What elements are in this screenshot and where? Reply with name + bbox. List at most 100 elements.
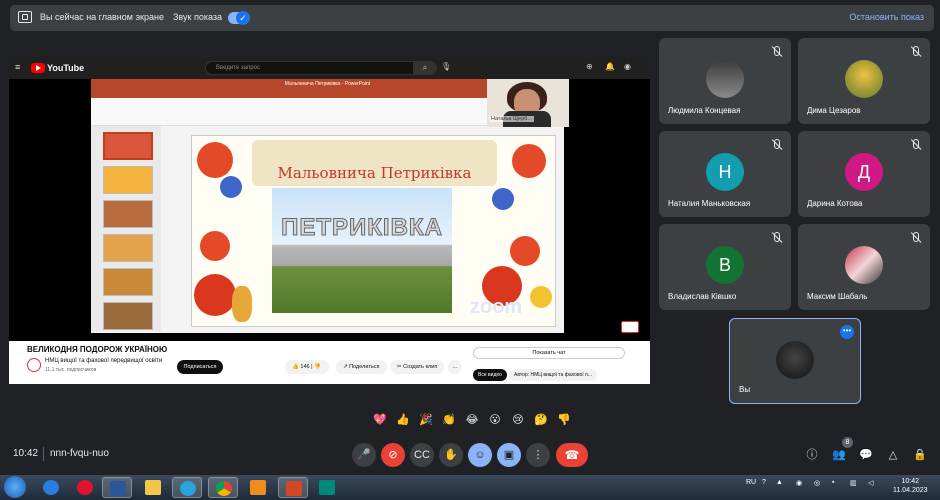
participant-tile[interactable]: Людмила Концевая — [659, 38, 791, 124]
youtube-logo-icon[interactable] — [31, 63, 45, 73]
system-clock[interactable]: 10:42 11.04.2023 — [893, 477, 928, 495]
start-button-icon[interactable] — [4, 476, 26, 498]
participant-avatar: Д — [845, 153, 883, 191]
taskbar-meet[interactable] — [312, 477, 342, 498]
info-button[interactable]: ⓘ — [803, 446, 821, 464]
mic-icon[interactable]: 🎙 — [441, 62, 451, 71]
reaction-party-icon[interactable]: 🎉 — [418, 412, 434, 428]
sound-label: Звук показа — [173, 12, 223, 22]
reactions-button[interactable]: ☺ — [468, 443, 492, 467]
tray-app-icon[interactable]: ◉ — [796, 479, 802, 487]
clip-label: Создать клип — [403, 364, 438, 370]
more-options-button[interactable]: ⋮ — [526, 443, 550, 467]
tray-app-icon[interactable]: ◎ — [814, 479, 820, 487]
participant-tile[interactable]: Н Наталия Маньковская — [659, 131, 791, 217]
slide-thumb[interactable] — [103, 234, 153, 262]
mic-off-icon — [909, 46, 921, 58]
host-controls-button[interactable]: 🔒 — [911, 446, 929, 464]
raise-hand-button[interactable]: ✋ — [439, 443, 463, 467]
reaction-thumbs-up-icon[interactable]: 👍 — [395, 412, 411, 428]
self-tile[interactable]: ••• Вы — [729, 318, 861, 404]
folder-icon — [145, 480, 161, 495]
participant-tile[interactable]: Д Дарина Котова — [798, 131, 930, 217]
stop-presenting-button[interactable]: Остановить показ — [849, 12, 924, 22]
reaction-thumbs-down-icon[interactable]: 👎 — [556, 412, 572, 428]
taskbar-chrome[interactable] — [208, 477, 238, 498]
share-button[interactable]: ↗ Поделиться — [336, 360, 387, 374]
slide-thumb[interactable] — [103, 268, 153, 296]
search-icon[interactable]: ⌕ — [413, 61, 437, 75]
mic-off-icon — [909, 232, 921, 244]
tray-arrow-icon[interactable]: ▲ — [776, 479, 783, 486]
account-icon[interactable]: ◉ — [624, 62, 631, 71]
divider — [43, 447, 44, 461]
media-player-icon — [250, 480, 266, 495]
bell-icon[interactable]: 🔔 — [605, 62, 615, 71]
slide-thumb[interactable] — [103, 200, 153, 228]
reaction-laugh-icon[interactable]: 😂 — [464, 412, 480, 428]
taskbar-powerpoint[interactable] — [278, 477, 308, 498]
check-icon: ✓ — [236, 11, 250, 25]
taskbar-media[interactable] — [243, 477, 273, 498]
participant-avatar: В — [706, 246, 744, 284]
participant-tile[interactable]: Дима Цезаров — [798, 38, 930, 124]
channel-avatar[interactable] — [27, 358, 41, 372]
self-name: Вы — [739, 385, 751, 394]
create-icon[interactable]: ⊕ — [586, 62, 593, 71]
menu-icon[interactable]: ≡ — [15, 62, 20, 72]
word-icon — [110, 481, 126, 496]
video-player[interactable]: Мальовнича Петриківка - PowerPoint Мальо… — [9, 79, 650, 341]
chat-icon: 💬 — [859, 449, 873, 461]
participant-tile[interactable]: В Владислав Кiвшко — [659, 224, 791, 310]
chat-button[interactable]: 💬 — [857, 446, 875, 464]
more-actions-button[interactable]: … — [448, 360, 462, 374]
participant-tile[interactable]: Максим Шабаль — [798, 224, 930, 310]
channel-name[interactable]: НМЦ вищої та фахової передвищої освіти — [45, 358, 162, 364]
clip-button[interactable]: ✂ Создать клип — [390, 360, 445, 374]
like-count: 146 — [300, 364, 310, 370]
taskbar-telegram[interactable] — [172, 477, 202, 498]
activities-button[interactable]: △ — [884, 446, 902, 464]
meeting-code[interactable]: nnn-fvqu-nuo — [50, 448, 109, 459]
subscribe-button[interactable]: Подписаться — [177, 360, 223, 374]
channel-subscribers: 11,1 тыс. подписчиков — [45, 367, 97, 373]
people-button[interactable]: 👥 — [830, 446, 848, 464]
taskbar-opera[interactable] — [70, 477, 100, 498]
present-button[interactable]: ▣ — [497, 443, 521, 467]
taskbar-ie[interactable] — [36, 477, 66, 498]
mic-button[interactable]: 🎤 — [352, 443, 376, 467]
participant-name: Дарина Котова — [807, 199, 863, 208]
youtube-search-input[interactable]: Введите запрос — [205, 61, 423, 75]
slide-thumb[interactable] — [103, 302, 153, 330]
sound-toggle[interactable]: ✓ — [228, 11, 250, 25]
chip-all-videos[interactable]: Все видео — [473, 369, 507, 381]
leave-call-button[interactable]: ☎ — [556, 443, 588, 467]
reaction-thinking-icon[interactable]: 🤔 — [533, 412, 549, 428]
flower-decoration — [220, 176, 242, 198]
slide-thumb[interactable] — [103, 166, 153, 194]
help-icon[interactable]: ? — [762, 479, 766, 486]
network-icon[interactable]: ▥ — [850, 479, 857, 487]
reaction-surprised-icon[interactable]: 😮 — [487, 412, 503, 428]
reaction-sad-icon[interactable]: 😢 — [510, 412, 526, 428]
taskbar-explorer[interactable] — [138, 477, 168, 498]
chip-author[interactable]: Автор: НМЦ вищої та фахової п... — [509, 369, 597, 381]
camera-off-icon: ⊘ — [388, 449, 398, 461]
language-indicator[interactable]: RU — [746, 479, 756, 486]
reaction-clap-icon[interactable]: 👏 — [441, 412, 457, 428]
reaction-heart-icon[interactable]: 💖 — [372, 412, 388, 428]
video-title: ВЕЛИКОДНЯ ПОДОРОЖ УКРАЇНОЮ — [27, 345, 168, 354]
more-options-icon[interactable]: ••• — [840, 325, 854, 339]
show-chat-button[interactable]: Показать чат — [473, 347, 625, 359]
like-button[interactable]: 👍 146 | 👎 — [285, 360, 329, 374]
telegram-icon — [180, 481, 196, 496]
participant-name: Наталия Маньковская — [668, 199, 751, 208]
volume-icon[interactable]: ◁ — [868, 479, 873, 487]
captions-icon: CC — [414, 449, 430, 461]
tray-app-icon[interactable]: ▪ — [832, 479, 834, 486]
captions-button[interactable]: CC — [410, 443, 434, 467]
slide-thumb[interactable] — [103, 132, 153, 160]
shared-screen: ≡ YouTube Введите запрос ⌕ 🎙 ⊕ 🔔 ◉ Мальо… — [9, 57, 650, 384]
camera-off-button[interactable]: ⊘ — [381, 443, 405, 467]
taskbar-word[interactable] — [102, 477, 132, 498]
